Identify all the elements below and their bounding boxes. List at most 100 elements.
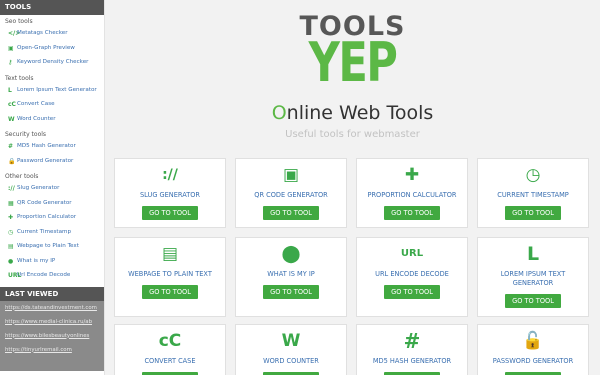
- tool-card: L LOREM IPSUM TEXT GENERATOR GO TO TOOL: [477, 237, 589, 317]
- sidebar-item-label: Proportion Calculator: [17, 214, 77, 220]
- sidebar-header: TOOLS: [0, 0, 104, 15]
- go-to-tool-button[interactable]: GO TO TOOL: [505, 294, 561, 308]
- tool-card-title[interactable]: CONVERT CASE: [115, 357, 225, 366]
- sidebar-item-label: Url Encode Decode: [17, 272, 71, 278]
- hash-icon: #: [403, 329, 421, 353]
- sidebar-item-label: Word Counter: [17, 115, 56, 122]
- go-to-tool-button[interactable]: GO TO TOOL: [263, 206, 319, 220]
- sidebar-item[interactable]: ://Slug Generator: [0, 183, 104, 198]
- last-viewed-header: LAST VIEWED: [0, 286, 104, 301]
- sidebar-group-label: Other tools: [5, 173, 39, 180]
- case-icon: cC: [158, 331, 182, 351]
- go-to-tool-button[interactable]: GO TO TOOL: [142, 285, 198, 299]
- tool-card-title[interactable]: PASSWORD GENERATOR: [478, 357, 588, 366]
- sidebar-item[interactable]: W Word Counter: [0, 114, 104, 129]
- document-icon: ▤: [8, 243, 14, 250]
- case-icon: cC: [8, 101, 16, 108]
- sidebar-item-label: Keyword Density Checker: [17, 59, 89, 65]
- sidebar-item[interactable]: # MD5 Hash Generator: [0, 141, 104, 156]
- sidebar-item-label: QR Code Generator: [17, 199, 72, 206]
- qr-icon: ▣: [282, 165, 300, 185]
- page-subtitle: Useful tools for webmaster: [285, 129, 420, 140]
- key-icon: ⚷: [8, 59, 13, 66]
- sidebar-item[interactable]: ◷ Current Timestamp: [0, 227, 104, 242]
- url-icon: URL: [400, 248, 424, 259]
- sidebar-groups: Seo tools </> Metatags Checker ▣ Open-Graph …: [0, 15, 104, 285]
- sidebar-item[interactable]: ⚷ Keyword Density Checker: [0, 57, 104, 72]
- slug-icon: ://: [162, 167, 178, 183]
- sidebar-item[interactable]: ▦ QR Code Generator: [0, 198, 104, 213]
- sidebar-item-label: Open-Graph Preview: [17, 44, 75, 51]
- calculator-icon: ✚: [404, 165, 420, 185]
- tool-card: WWORD COUNTERGO TO TOOL: [235, 324, 347, 375]
- tool-card: :// SLUG GENERATOR GO TO TOOL: [114, 158, 226, 228]
- tool-card-title[interactable]: MD5 HASH GENERATOR: [357, 357, 467, 366]
- tool-card: 🔓PASSWORD GENERATORGO TO TOOL: [477, 324, 589, 375]
- main-content: TOOLS YEP Online Web Tools Useful tools …: [105, 0, 600, 375]
- last-viewed-link[interactable]: https://tinyurlremail.com: [0, 343, 104, 357]
- sidebar-item[interactable]: ● What is my IP: [0, 256, 104, 271]
- sidebar-item[interactable]: L Lorem Ipsum Text Generator: [0, 85, 104, 100]
- word-icon: W: [281, 331, 301, 351]
- tool-card-title[interactable]: URL ENCODE DECODE: [357, 270, 467, 279]
- clock-icon: ◷: [8, 228, 14, 236]
- go-to-tool-button[interactable]: GO TO TOOL: [505, 206, 561, 220]
- calculator-icon: ✚: [8, 214, 14, 221]
- hash-icon: #: [8, 143, 14, 150]
- url-icon: URL: [8, 272, 22, 279]
- sidebar-item-label: Password Generator: [17, 157, 74, 164]
- sidebar-item[interactable]: ▤ Webpage to Plain Text: [0, 241, 104, 256]
- sidebar-item-label: Current Timestamp: [17, 228, 72, 235]
- page-title: Online Web Tools: [105, 101, 600, 125]
- lorem-icon: L: [526, 243, 540, 265]
- document-icon: ▤: [161, 244, 179, 264]
- go-to-tool-button[interactable]: GO TO TOOL: [384, 206, 440, 220]
- last-viewed-list: https://ds.tateandinvestment.com https://…: [0, 300, 104, 371]
- tool-card-title[interactable]: SLUG GENERATOR: [115, 191, 225, 200]
- tool-card-title[interactable]: CURRENT TIMESTAMP: [478, 191, 588, 200]
- code-icon: </>: [8, 30, 21, 37]
- lorem-icon: L: [8, 86, 12, 94]
- sidebar-item-label: Convert Case: [17, 101, 55, 107]
- sidebar-item[interactable]: 🔒 Password Generator: [0, 156, 104, 171]
- sidebar-item-label: Slug Generator: [17, 185, 60, 191]
- tool-card: ◷ CURRENT TIMESTAMP GO TO TOOL: [477, 158, 589, 228]
- tool-card-title[interactable]: WHAT IS MY IP: [236, 270, 346, 279]
- go-to-tool-button[interactable]: GO TO TOOL: [263, 285, 319, 299]
- sidebar-item-label: Lorem Ipsum Text Generator: [17, 86, 97, 93]
- tool-card: ▤ WEBPAGE TO PLAIN TEXT GO TO TOOL: [114, 237, 226, 317]
- tool-card: ✚ PROPORTION CALCULATOR GO TO TOOL: [356, 158, 468, 228]
- sidebar-group-label: Seo tools: [5, 18, 33, 25]
- tool-card-title[interactable]: WEBPAGE TO PLAIN TEXT: [115, 270, 225, 279]
- tool-card: #MD5 HASH GENERATORGO TO TOOL: [356, 324, 468, 375]
- lock-icon: 🔓: [522, 331, 544, 351]
- sidebar-item[interactable]: </> Metatags Checker: [0, 28, 104, 43]
- tool-card: cCCONVERT CASEGO TO TOOL: [114, 324, 226, 375]
- sidebar-group-label: Text tools: [5, 74, 34, 82]
- last-viewed-link[interactable]: https://www.medial-clinica.ru/ab: [0, 315, 104, 329]
- location-icon: ●: [8, 257, 14, 265]
- tool-card-title[interactable]: QR CODE GENERATOR: [236, 191, 346, 200]
- last-viewed-link[interactable]: https://ds.tateandinvestment.com: [0, 301, 104, 315]
- location-icon: ⬤: [281, 244, 301, 264]
- last-viewed-link[interactable]: https://www.bilesbeautyonlines: [0, 329, 104, 343]
- sidebar-group-label: Security tools: [5, 131, 47, 138]
- sidebar: TOOLS Seo tools </> Metatags Checker ▣ Open-…: [0, 0, 105, 375]
- tool-card: URL URL ENCODE DECODE GO TO TOOL: [356, 237, 468, 317]
- share-icon: ▣: [8, 44, 14, 52]
- tool-card-title[interactable]: WORD COUNTER: [236, 357, 346, 366]
- go-to-tool-button[interactable]: GO TO TOOL: [142, 206, 198, 220]
- sidebar-item-label: Webpage to Plain Text: [17, 243, 79, 249]
- tool-card-title[interactable]: PROPORTION CALCULATOR: [357, 191, 467, 200]
- sidebar-item[interactable]: URL Url Encode Decode: [0, 270, 104, 285]
- sidebar-item-label: Metatags Checker: [17, 30, 68, 36]
- sidebar-item-label: MD5 Hash Generator: [17, 143, 76, 149]
- sidebar-item[interactable]: cC Convert Case: [0, 99, 104, 114]
- tool-card-title[interactable]: LOREM IPSUM TEXT GENERATOR: [478, 270, 588, 288]
- sidebar-item[interactable]: ▣ Open-Graph Preview: [0, 43, 104, 58]
- clock-icon: ◷: [525, 165, 541, 185]
- tool-card: ⬤ WHAT IS MY IP GO TO TOOL: [235, 237, 347, 317]
- sidebar-item[interactable]: ✚ Proportion Calculator: [0, 212, 104, 227]
- go-to-tool-button[interactable]: GO TO TOOL: [384, 285, 440, 299]
- page-title-first-letter: O: [271, 102, 287, 124]
